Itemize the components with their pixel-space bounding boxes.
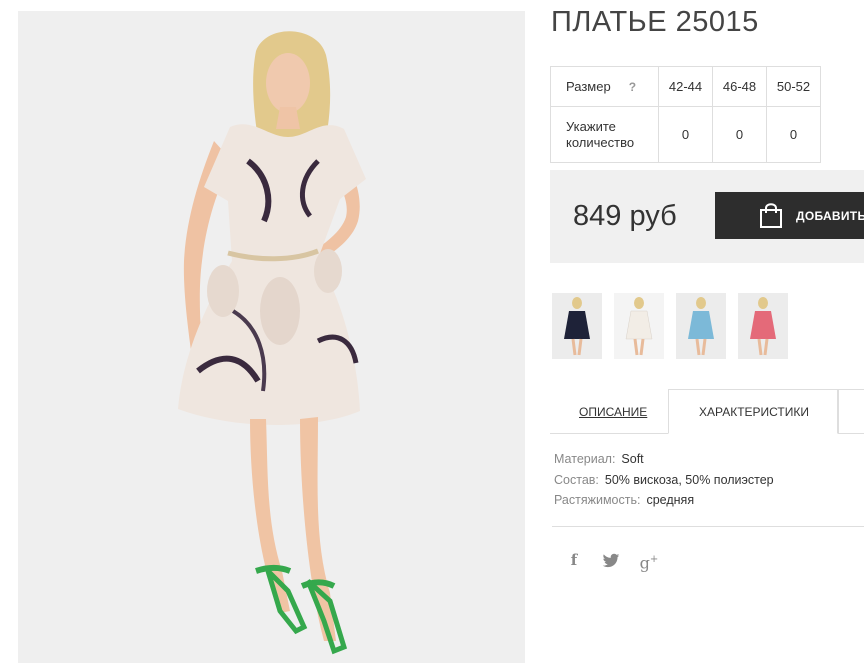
spec-value: Soft	[621, 452, 644, 466]
spec-value: средняя	[646, 493, 695, 507]
quantity-label: Укажите количество	[550, 106, 659, 163]
spec-value: 50% вискоза, 50% полиэстер	[604, 472, 774, 487]
tab-characteristics-label: ХАРАКТЕРИСТИКИ	[699, 405, 810, 419]
spec-key: Состав:	[554, 472, 599, 487]
size-table: Размер? 42-44 46-48 50-52 Укажите количе…	[550, 66, 821, 163]
quantity-input[interactable]: 0	[658, 106, 713, 163]
characteristics-list: Материал: Soft Состав: 50% вискоза, 50% по…	[554, 452, 774, 514]
main-product-photo[interactable]	[18, 11, 525, 663]
thumb-navy-dress[interactable]	[552, 293, 602, 359]
tab-partial[interactable]	[838, 389, 864, 434]
size-option: 46-48	[712, 66, 767, 107]
size-label: Размер	[566, 78, 611, 94]
price-box: 849 руб ДОБАВИТЬ	[550, 170, 864, 263]
thumb-white-dress[interactable]	[614, 293, 664, 359]
spec-key: Материал:	[554, 452, 616, 466]
product-tabs: ОПИСАНИЕ ХАРАКТЕРИСТИКИ	[550, 389, 864, 434]
tab-description-label: ОПИСАНИЕ	[579, 405, 648, 419]
quantity-input[interactable]: 0	[712, 106, 767, 163]
size-label-cell: Размер?	[550, 66, 659, 107]
spec-row: Растяжимость: средняя	[554, 493, 774, 514]
product-price: 849 руб	[573, 200, 677, 232]
facebook-icon[interactable]: f	[562, 548, 586, 572]
tab-characteristics[interactable]: ХАРАКТЕРИСТИКИ	[668, 389, 838, 434]
section-divider	[552, 526, 864, 527]
thumb-pink-dress[interactable]	[738, 293, 788, 359]
google-plus-letter: g	[639, 553, 650, 573]
product-title: ПЛАТЬЕ 25015	[551, 6, 759, 38]
thumb-blue-dress[interactable]	[676, 293, 726, 359]
size-option: 50-52	[766, 66, 821, 107]
spec-row: Материал: Soft	[554, 452, 774, 473]
add-to-cart-label: ДОБАВИТЬ	[796, 209, 864, 223]
spec-row: Состав: 50% вискоза, 50% полиэстер	[554, 473, 774, 494]
spec-key: Растяжимость:	[554, 493, 641, 507]
size-help-icon[interactable]: ?	[629, 80, 636, 94]
size-option: 42-44	[658, 66, 713, 107]
google-plus-icon[interactable]: g+	[637, 548, 661, 572]
quantity-input[interactable]: 0	[766, 106, 821, 163]
twitter-icon[interactable]	[599, 548, 623, 572]
add-to-cart-button[interactable]: ДОБАВИТЬ	[715, 192, 864, 239]
tab-description[interactable]: ОПИСАНИЕ	[550, 389, 668, 434]
shopping-bag-icon	[760, 203, 782, 228]
